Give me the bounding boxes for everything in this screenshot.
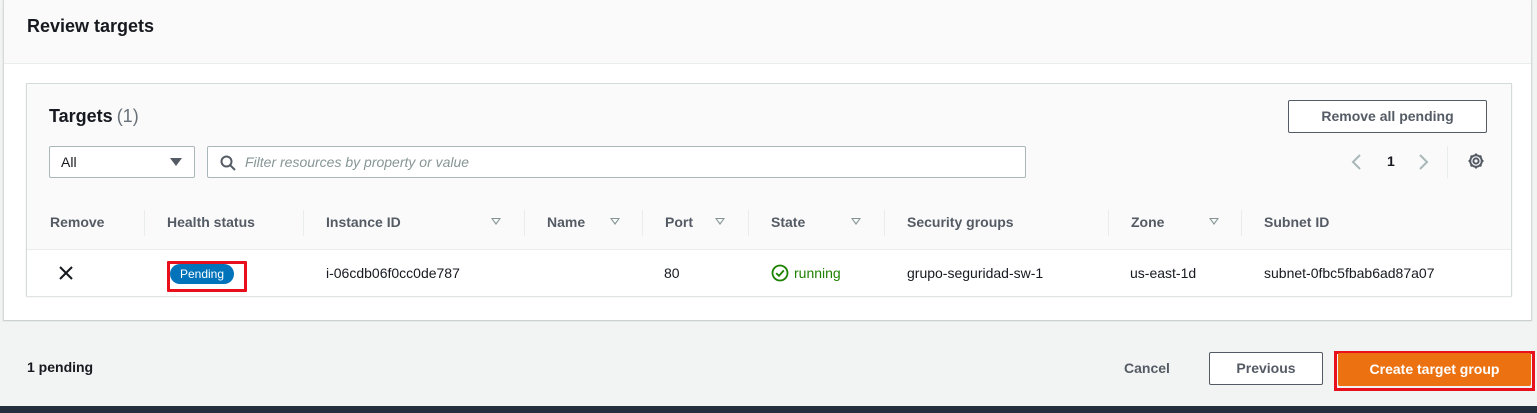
- table-header: Remove Health status Instance ID Name Po…: [27, 194, 1511, 250]
- column-port[interactable]: Port: [665, 194, 693, 250]
- column-divider: [1108, 210, 1109, 236]
- column-state[interactable]: State: [771, 194, 805, 250]
- sort-icon[interactable]: [610, 218, 620, 225]
- previous-button[interactable]: Previous: [1209, 352, 1323, 385]
- gear-icon[interactable]: [1467, 152, 1485, 170]
- port-cell: 80: [664, 265, 680, 281]
- column-health-status: Health status: [167, 214, 255, 230]
- column-instance-id[interactable]: Instance ID: [326, 194, 401, 250]
- sort-icon[interactable]: [715, 218, 725, 225]
- instance-id-cell: i-06cdb06f0cc0de787: [326, 265, 460, 281]
- page-number[interactable]: 1: [1387, 153, 1395, 169]
- remove-all-pending-button[interactable]: Remove all pending: [1288, 100, 1487, 133]
- column-name[interactable]: Name: [547, 194, 585, 250]
- sort-icon[interactable]: [851, 218, 861, 225]
- chevron-left-icon[interactable]: [1349, 152, 1365, 172]
- filter-field[interactable]: [207, 146, 1026, 178]
- targets-count: (1): [116, 106, 139, 126]
- panel-body: Targets (1) Remove all pending All Filte…: [4, 64, 1531, 320]
- targets-table-container: Targets (1) Remove all pending All Filte…: [26, 83, 1512, 296]
- pending-count: 1 pending: [27, 359, 94, 375]
- status-badge: Pending: [170, 264, 234, 284]
- filter-input[interactable]: [245, 147, 1015, 177]
- review-targets-panel: Review targets Targets (1) Remove all pen…: [3, 0, 1532, 320]
- targets-header: Targets (1) Remove all pending All Filte…: [27, 84, 1511, 194]
- column-divider: [642, 210, 643, 236]
- panel-title: Review targets: [27, 16, 155, 36]
- table-row: Pending i-06cdb06f0cc0de787 80 running g…: [27, 250, 1511, 296]
- state-text: running: [794, 265, 841, 281]
- targets-title-text: Targets: [49, 106, 113, 126]
- pager-divider: [1447, 146, 1448, 178]
- close-icon[interactable]: [58, 265, 74, 281]
- targets-title: Targets (1): [49, 106, 139, 127]
- filter-select-value: All: [61, 154, 77, 170]
- security-groups-cell: grupo-seguridad-sw-1: [907, 265, 1044, 281]
- column-remove: Remove: [50, 214, 105, 230]
- check-circle-icon: [771, 264, 789, 282]
- subnet-id-cell: subnet-0fbc5fbab6ad87a07: [1264, 265, 1435, 281]
- caret-down-icon: [170, 158, 182, 166]
- pagination: 1: [1349, 150, 1449, 176]
- filter-select[interactable]: All: [49, 146, 195, 178]
- column-zone[interactable]: Zone: [1131, 194, 1164, 250]
- cancel-button[interactable]: Cancel: [1124, 360, 1170, 376]
- sort-icon[interactable]: [1209, 218, 1219, 225]
- chevron-right-icon[interactable]: [1415, 152, 1431, 172]
- column-divider: [748, 210, 749, 236]
- bottom-bar: [0, 406, 1537, 413]
- column-divider: [144, 210, 145, 236]
- column-subnet-id: Subnet ID: [1264, 214, 1330, 230]
- search-icon: [220, 155, 236, 171]
- column-divider: [303, 210, 304, 236]
- create-target-group-button[interactable]: Create target group: [1338, 353, 1531, 386]
- sort-icon[interactable]: [491, 218, 501, 225]
- column-security-groups: Security groups: [907, 214, 1014, 230]
- column-divider: [524, 210, 525, 236]
- column-divider: [1241, 210, 1242, 236]
- panel-header: Review targets: [4, 0, 1531, 64]
- zone-cell: us-east-1d: [1130, 265, 1197, 281]
- column-divider: [884, 210, 885, 236]
